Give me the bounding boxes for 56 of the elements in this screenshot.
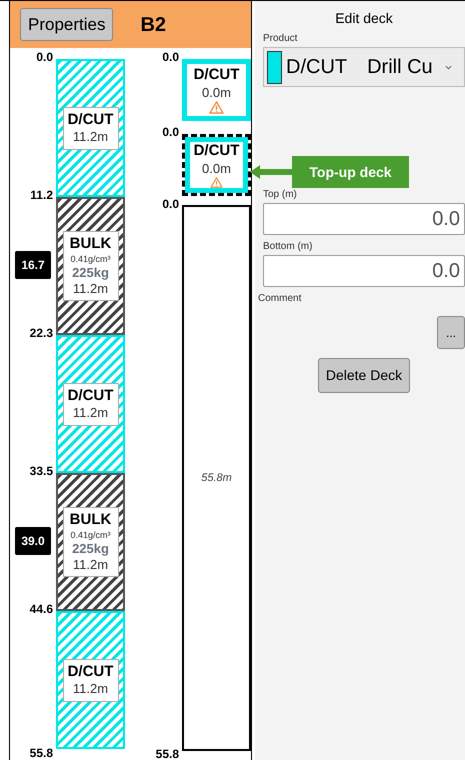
product-dropdown[interactable]: D/CUT Drill Cu xyxy=(263,47,465,87)
deck-product: BULK xyxy=(70,234,112,254)
empty-deck[interactable]: 55.8m xyxy=(182,205,251,751)
bulk-deck[interactable]: BULK 0.41g/cm³ 225kg 11.2m xyxy=(56,473,125,611)
deck-product: D/CUT xyxy=(68,662,114,682)
properties-button[interactable]: Properties xyxy=(20,8,114,41)
depth-label: 0.0 xyxy=(162,126,179,138)
depth-marker: 39.0 xyxy=(15,527,51,555)
product-code: D/CUT xyxy=(286,55,348,80)
depth-label: 55.8 xyxy=(30,747,53,759)
depth-label: 22.3 xyxy=(30,327,53,339)
deck-density: 0.41g/cm³ xyxy=(70,254,111,265)
depth-label: 0.0 xyxy=(162,198,179,210)
product-name: Drill Cu xyxy=(367,55,433,80)
deck-length: 11.2m xyxy=(72,281,108,298)
field-label: Top (m) xyxy=(263,188,298,202)
deck-product: BULK xyxy=(70,510,112,530)
bottom-input[interactable]: 0.0 xyxy=(263,255,465,287)
topup-deck[interactable]: D/CUT 0.0m xyxy=(182,59,251,121)
deck-product: D/CUT xyxy=(68,110,114,130)
deck-length: 0.0m xyxy=(202,84,231,101)
deck-length: 11.2m xyxy=(72,405,108,422)
callout-label: Top-up deck xyxy=(292,156,409,188)
depth-label: 55.8 xyxy=(156,748,179,760)
topup-deck[interactable]: D/CUT 0.0m xyxy=(182,134,251,196)
deck-length: 11.2m xyxy=(72,557,108,574)
deck-length: 11.2m xyxy=(72,129,108,146)
chevron-down-icon xyxy=(444,64,452,70)
deck-product: D/CUT xyxy=(194,142,240,161)
deck-length: 0.0m xyxy=(202,160,231,177)
depth-marker: 16.7 xyxy=(15,251,51,279)
dcut-deck[interactable]: D/CUT 11.2m xyxy=(56,59,125,197)
deck-mass: 225kg xyxy=(72,540,109,557)
field-label: Comment xyxy=(258,292,302,306)
hole-title: B2 xyxy=(140,12,166,38)
depth-label: 33.5 xyxy=(30,465,53,477)
callout-arrow xyxy=(250,164,292,180)
deck-mass: 225kg xyxy=(72,264,109,281)
dcut-deck[interactable]: D/CUT 11.2m xyxy=(56,611,125,749)
deck-length: 11.2m xyxy=(72,681,108,698)
dcut-deck[interactable]: D/CUT 11.2m xyxy=(56,335,125,473)
depth-label: 0.0 xyxy=(36,51,53,63)
bulk-deck[interactable]: BULK 0.41g/cm³ 225kg 11.2m xyxy=(56,197,125,335)
panel-title: Edit deck xyxy=(335,11,393,25)
deck-product: D/CUT xyxy=(194,66,240,85)
deck-density: 0.41g/cm³ xyxy=(70,530,111,541)
deck-product: D/CUT xyxy=(68,386,114,406)
deck-length: 55.8m xyxy=(201,470,232,486)
delete-deck-button[interactable]: Delete Deck xyxy=(318,358,410,393)
depth-label: 11.2 xyxy=(30,189,53,201)
more-button[interactable]: ... xyxy=(437,316,465,349)
top-input[interactable]: 0.0 xyxy=(263,203,465,235)
depth-label: 0.0 xyxy=(162,51,179,63)
field-label: Product xyxy=(263,32,298,46)
depth-label: 44.6 xyxy=(30,603,53,615)
field-label: Bottom (m) xyxy=(263,240,314,254)
